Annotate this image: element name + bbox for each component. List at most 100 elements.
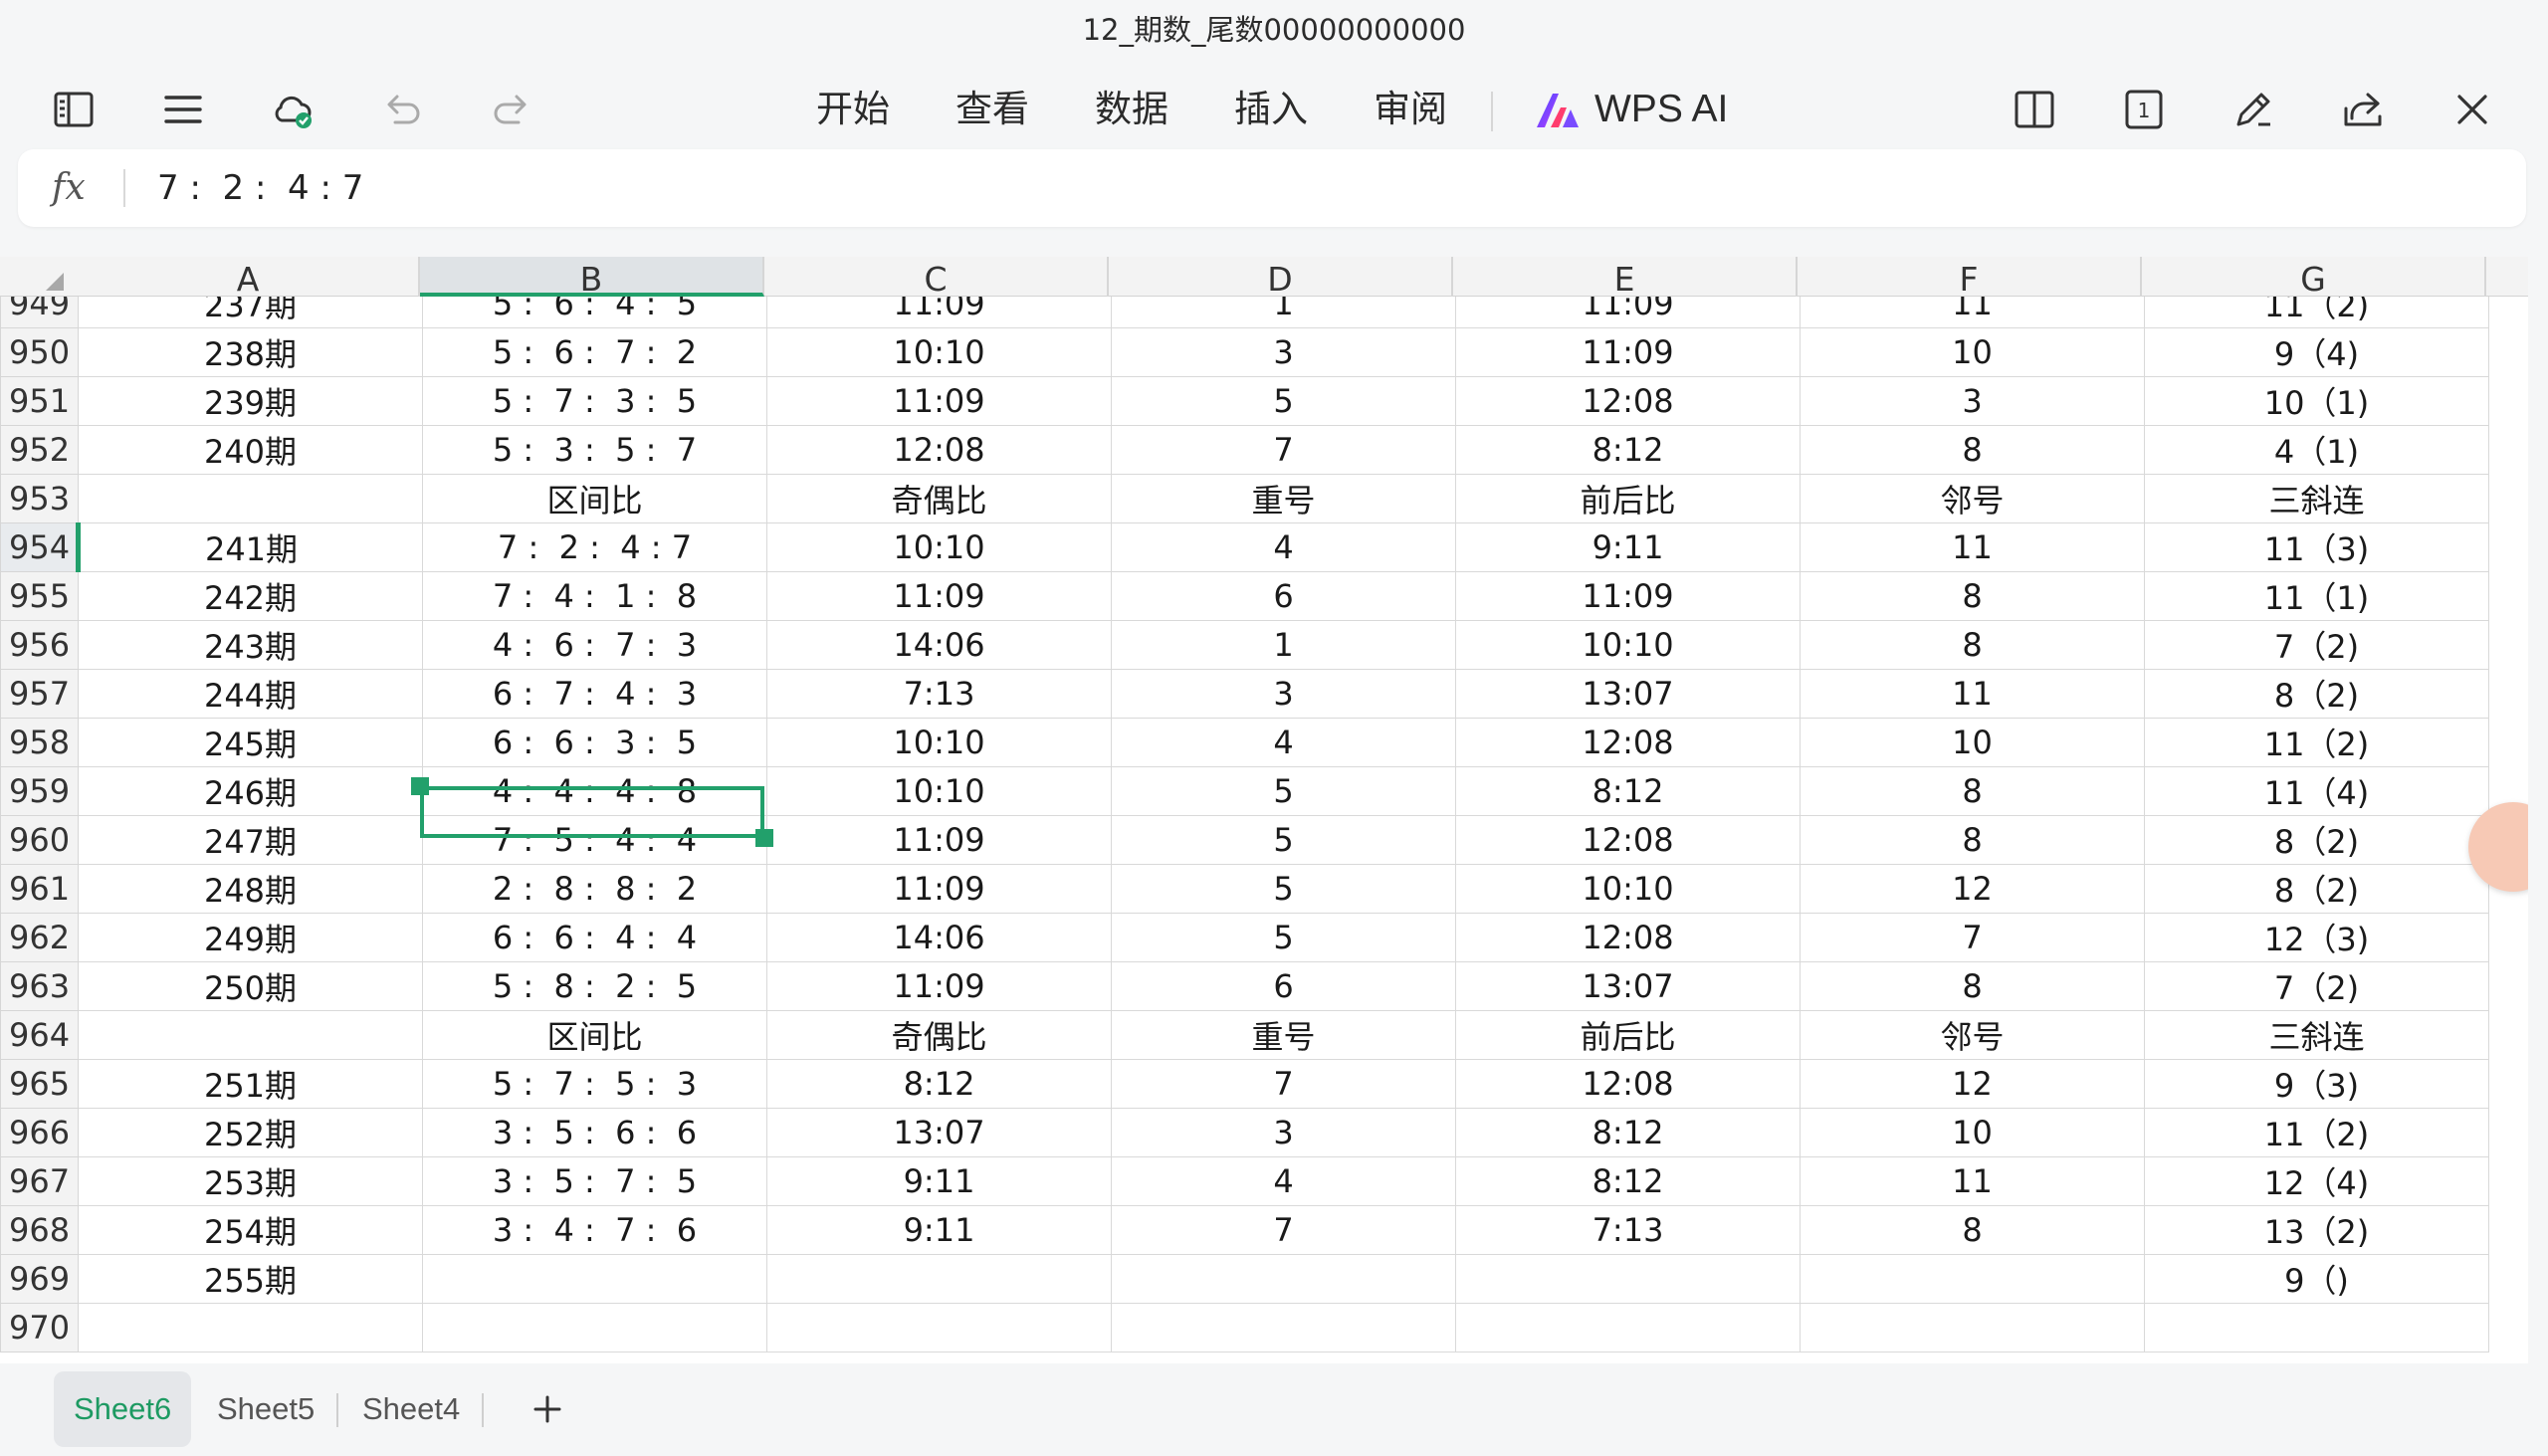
- cell-d[interactable]: 5: [1111, 815, 1456, 865]
- row-header[interactable]: 956: [0, 620, 79, 670]
- cell-e[interactable]: 9:11: [1455, 522, 1801, 572]
- cell-f[interactable]: 8: [1800, 961, 2145, 1011]
- cell-a[interactable]: 245期: [78, 718, 423, 767]
- cell-d[interactable]: 6: [1111, 571, 1456, 621]
- sheet-tab-sheet5[interactable]: Sheet5: [197, 1371, 334, 1447]
- cell-d[interactable]: 5: [1111, 376, 1456, 426]
- cell-d[interactable]: 1: [1111, 297, 1456, 328]
- cell-b[interactable]: 7 : 4 : 1 : 8: [422, 571, 767, 621]
- cell-c[interactable]: 13:07: [766, 1108, 1112, 1157]
- cell-c[interactable]: [766, 1254, 1112, 1304]
- column-header-a[interactable]: A: [78, 257, 420, 299]
- cell-f[interactable]: [1800, 1303, 2145, 1352]
- cell-b[interactable]: 5 : 8 : 2 : 5: [422, 961, 767, 1011]
- cell-e[interactable]: 11:09: [1455, 327, 1801, 377]
- cell-d[interactable]: 5: [1111, 766, 1456, 816]
- cell-e[interactable]: 8:12: [1455, 1108, 1801, 1157]
- cell-a[interactable]: 246期: [78, 766, 423, 816]
- column-header-e[interactable]: E: [1453, 257, 1798, 299]
- wps-ai-button[interactable]: WPS AI: [1533, 80, 1728, 139]
- cell-d[interactable]: 7: [1111, 425, 1456, 475]
- cell-b[interactable]: 6 : 6 : 4 : 4: [422, 913, 767, 962]
- cell-f[interactable]: 8: [1800, 571, 2145, 621]
- cell-e[interactable]: [1455, 1303, 1801, 1352]
- cell-a[interactable]: 239期: [78, 376, 423, 426]
- row-header[interactable]: 958: [0, 718, 79, 767]
- cell-b[interactable]: 7 : 5 : 4 : 4: [422, 815, 767, 865]
- cell-e[interactable]: 12:08: [1455, 376, 1801, 426]
- column-header-g[interactable]: G: [2142, 257, 2486, 299]
- cell-g[interactable]: 11（1): [2144, 571, 2489, 621]
- cell-g[interactable]: 12（3): [2144, 913, 2489, 962]
- cell-e[interactable]: 12:08: [1455, 815, 1801, 865]
- row-header[interactable]: 957: [0, 669, 79, 719]
- cell-d[interactable]: 7: [1111, 1059, 1456, 1109]
- cell-c[interactable]: 12:08: [766, 425, 1112, 475]
- sheet-tab-sheet6[interactable]: Sheet6: [54, 1371, 192, 1447]
- add-sheet-button[interactable]: [510, 1371, 585, 1447]
- cell-g[interactable]: 11（3): [2144, 522, 2489, 572]
- cell-b[interactable]: 5 : 7 : 5 : 3: [422, 1059, 767, 1109]
- cell-e[interactable]: 12:08: [1455, 718, 1801, 767]
- cell-a[interactable]: 240期: [78, 425, 423, 475]
- cell-b[interactable]: 4 : 4 : 4 : 8: [422, 766, 767, 816]
- cell-e[interactable]: 13:07: [1455, 961, 1801, 1011]
- cell-e[interactable]: 8:12: [1455, 1156, 1801, 1206]
- cell-f[interactable]: 10: [1800, 718, 2145, 767]
- row-header[interactable]: 970: [0, 1303, 79, 1352]
- cell-a[interactable]: 244期: [78, 669, 423, 719]
- formula-input[interactable]: 7 : 2 : 4 : 7: [157, 149, 363, 227]
- row-header[interactable]: 954: [0, 522, 81, 572]
- cell-d[interactable]: [1111, 1254, 1456, 1304]
- cell-c[interactable]: 11:09: [766, 376, 1112, 426]
- sidebar-panel-icon[interactable]: [44, 80, 104, 139]
- cell-a[interactable]: 241期: [78, 522, 423, 572]
- cell-c[interactable]: 10:10: [766, 327, 1112, 377]
- cell-g[interactable]: 8（2): [2144, 815, 2489, 865]
- undo-icon[interactable]: [372, 80, 432, 139]
- cell-a[interactable]: [78, 474, 423, 523]
- cell-e[interactable]: 13:07: [1455, 669, 1801, 719]
- row-header[interactable]: 965: [0, 1059, 79, 1109]
- cell-g[interactable]: 9（3): [2144, 1059, 2489, 1109]
- fx-icon[interactable]: fx: [52, 149, 86, 227]
- cell-e[interactable]: 12:08: [1455, 913, 1801, 962]
- cell-e[interactable]: 8:12: [1455, 766, 1801, 816]
- row-header[interactable]: 949: [0, 297, 79, 328]
- cell-g[interactable]: [2144, 1303, 2489, 1352]
- cell-c[interactable]: 10:10: [766, 718, 1112, 767]
- cell-e[interactable]: 前后比: [1455, 474, 1801, 523]
- cell-f[interactable]: 3: [1800, 376, 2145, 426]
- page-indicator-icon[interactable]: 1: [2114, 80, 2174, 139]
- menu-data[interactable]: 数据: [1095, 80, 1168, 139]
- cell-c[interactable]: 14:06: [766, 913, 1112, 962]
- cell-d[interactable]: 3: [1111, 669, 1456, 719]
- cell-f[interactable]: 11: [1800, 669, 2145, 719]
- cell-g[interactable]: 10（1): [2144, 376, 2489, 426]
- row-header[interactable]: 964: [0, 1010, 79, 1060]
- cell-c[interactable]: [766, 1303, 1112, 1352]
- cell-e[interactable]: 10:10: [1455, 864, 1801, 914]
- cell-b[interactable]: 区间比: [422, 474, 767, 523]
- cell-a[interactable]: 255期: [78, 1254, 423, 1304]
- cell-b[interactable]: 3 : 4 : 7 : 6: [422, 1205, 767, 1255]
- cell-f[interactable]: 12: [1800, 864, 2145, 914]
- cell-e[interactable]: 7:13: [1455, 1205, 1801, 1255]
- cloud-sync-icon[interactable]: [263, 80, 322, 139]
- cell-b[interactable]: [422, 1254, 767, 1304]
- cell-a[interactable]: [78, 1010, 423, 1060]
- cell-c[interactable]: 14:06: [766, 620, 1112, 670]
- cell-a[interactable]: [78, 1303, 423, 1352]
- cell-d[interactable]: 4: [1111, 718, 1456, 767]
- cell-a[interactable]: 237期: [78, 297, 423, 328]
- cell-g[interactable]: 11（2): [2144, 718, 2489, 767]
- cell-a[interactable]: 254期: [78, 1205, 423, 1255]
- column-header-b[interactable]: B: [420, 257, 764, 299]
- row-header[interactable]: 950: [0, 327, 79, 377]
- menu-insert[interactable]: 插入: [1234, 80, 1308, 139]
- cell-c[interactable]: 11:09: [766, 815, 1112, 865]
- cell-g[interactable]: 三斜连: [2144, 1010, 2489, 1060]
- menu-view[interactable]: 查看: [956, 80, 1029, 139]
- cell-f[interactable]: 8: [1800, 1205, 2145, 1255]
- cell-f[interactable]: 11: [1800, 522, 2145, 572]
